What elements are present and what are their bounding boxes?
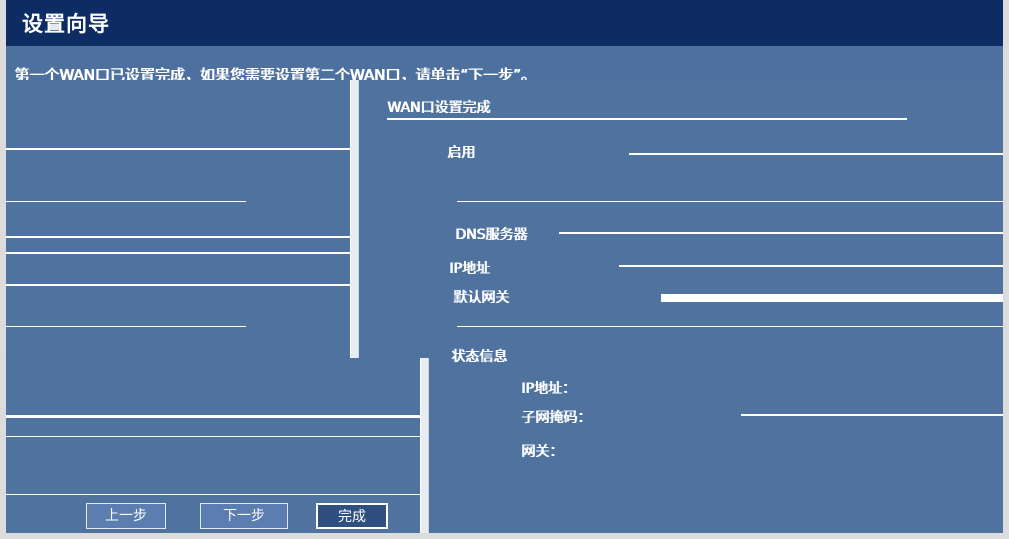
wan-separator-2 xyxy=(457,326,1003,327)
wan-section-line xyxy=(387,118,907,120)
window-title-bar: 设置向导 xyxy=(6,0,1003,46)
prev-button[interactable]: 上一步 xyxy=(86,503,166,529)
left-separator-4 xyxy=(6,252,350,254)
window-title: 设置向导 xyxy=(22,12,110,36)
ip-label: IP地址 xyxy=(449,261,490,277)
dns-line xyxy=(559,232,1003,234)
status-line-3: 网关： xyxy=(521,444,563,460)
gateway-label: 默认网关 xyxy=(453,290,509,306)
wan-separator-1 xyxy=(457,201,1003,202)
next-button[interactable]: 下一步 xyxy=(200,503,288,529)
bottom-left-separator-2 xyxy=(6,436,420,437)
left-separator-5 xyxy=(6,284,350,286)
gateway-line xyxy=(661,294,1003,302)
bottom-left-separator-1 xyxy=(6,415,420,418)
status-line-2-bar xyxy=(741,414,1003,416)
wan-settings-panel: WAN口设置完成 启用 DNS服务器 IP地址 默认网关 xyxy=(359,80,1003,358)
status-panel: 状态信息 IP地址： 子网掩码： 网关： xyxy=(429,349,1003,533)
status-line-1: IP地址： xyxy=(521,381,576,397)
finish-button[interactable]: 完成 xyxy=(316,503,388,529)
wan-enabled-label: 启用 xyxy=(447,145,475,161)
left-separator-6 xyxy=(6,326,246,327)
status-title: 状态信息 xyxy=(451,349,507,365)
left-separator-1 xyxy=(6,148,350,150)
left-separator-3 xyxy=(6,236,350,238)
bottom-vertical-divider xyxy=(420,358,429,533)
vertical-divider xyxy=(350,80,359,358)
bottom-left-separator-3 xyxy=(6,494,420,495)
left-separator-2 xyxy=(6,201,246,202)
ip-line xyxy=(619,265,1003,267)
status-line-2: 子网掩码： xyxy=(521,410,591,426)
wan-section-label: WAN口设置完成 xyxy=(387,100,491,116)
left-settings-panel xyxy=(6,80,350,356)
wan-enabled-line xyxy=(629,153,1003,155)
dns-label: DNS服务器 xyxy=(455,227,528,243)
